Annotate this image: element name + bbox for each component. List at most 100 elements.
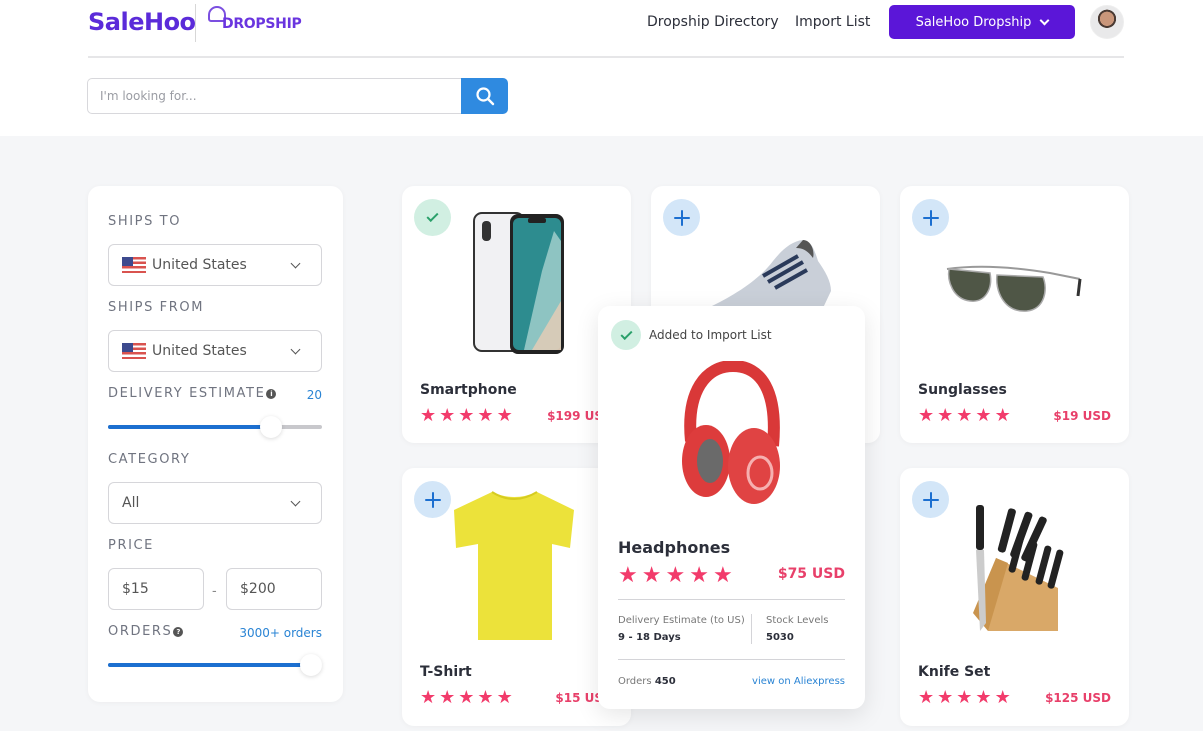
view-on-aliexpress-link[interactable]: view on Aliexpress bbox=[752, 676, 845, 687]
delivery-estimate-value: 9 - 18 Days bbox=[618, 632, 681, 643]
slider-fill bbox=[108, 663, 312, 667]
ships-from-select[interactable]: United States bbox=[108, 330, 322, 372]
delivery-estimate-label: DELIVERY ESTIMATE i bbox=[108, 386, 277, 401]
add-to-import-button[interactable] bbox=[912, 481, 949, 518]
slider-thumb[interactable] bbox=[259, 416, 282, 438]
smartphone-image bbox=[473, 212, 564, 354]
ships-to-select[interactable]: United States bbox=[108, 244, 322, 286]
star-icon: ★ bbox=[618, 562, 638, 587]
orders-count: Orders 450 bbox=[618, 676, 676, 687]
price-max-input[interactable] bbox=[226, 568, 322, 610]
salehoo-logo[interactable]: SaleHoo bbox=[88, 8, 196, 36]
price-min-input[interactable] bbox=[108, 568, 204, 610]
star-icon: ★ bbox=[937, 687, 954, 707]
category-value: All bbox=[122, 495, 140, 511]
plus-icon bbox=[673, 209, 690, 226]
add-to-import-button[interactable] bbox=[414, 481, 451, 518]
star-icon: ★ bbox=[956, 687, 973, 707]
add-to-import-button[interactable] bbox=[663, 199, 700, 236]
add-to-import-button[interactable] bbox=[912, 199, 949, 236]
added-badge bbox=[611, 320, 641, 350]
nav-import-list[interactable]: Import List bbox=[795, 14, 870, 30]
star-icon: ★ bbox=[496, 687, 513, 707]
star-icon: ★ bbox=[665, 562, 686, 587]
star-icon: ★ bbox=[420, 405, 437, 425]
delivery-estimate-label: Delivery Estimate (to US) bbox=[618, 615, 745, 626]
product-name: Knife Set bbox=[918, 664, 991, 680]
orders-slider[interactable] bbox=[108, 654, 323, 676]
popup-product-name: Headphones bbox=[618, 538, 731, 557]
nav-dropship-directory[interactable]: Dropship Directory bbox=[647, 14, 779, 30]
chevron-down-icon bbox=[290, 344, 301, 355]
info-icon[interactable]: i bbox=[266, 388, 277, 399]
ships-from-label: SHIPS FROM bbox=[108, 300, 205, 315]
us-flag-icon bbox=[122, 343, 146, 359]
dropship-logo[interactable]: DROPSHIP bbox=[208, 6, 302, 32]
dropship-logo-text: DROPSHIP bbox=[222, 16, 302, 32]
added-status-text: Added to Import List bbox=[649, 328, 772, 342]
search-bar bbox=[87, 78, 508, 114]
delivery-estimate-value: 20 bbox=[306, 388, 322, 402]
ships-from-value: United States bbox=[152, 343, 247, 359]
product-card-knife-set[interactable]: Knife Set ★ ★ ★ ★ ★ $125 USD bbox=[900, 468, 1129, 726]
search-input[interactable] bbox=[87, 78, 461, 114]
plus-icon bbox=[922, 209, 939, 226]
rating-stars: ★ ★ ★ ★ ★ bbox=[918, 688, 1011, 706]
star-icon: ★ bbox=[420, 687, 437, 707]
salehoo-dropship-menu-button[interactable]: SaleHoo Dropship bbox=[889, 5, 1075, 39]
ships-to-value: United States bbox=[152, 257, 247, 273]
plus-icon bbox=[424, 491, 441, 508]
user-avatar[interactable] bbox=[1090, 5, 1124, 39]
star-icon: ★ bbox=[994, 687, 1011, 707]
star-icon: ★ bbox=[918, 687, 935, 707]
delivery-estimate-slider[interactable] bbox=[108, 416, 322, 438]
popup-product-price: $75 USD bbox=[777, 566, 845, 582]
star-icon: ★ bbox=[712, 562, 733, 587]
headphones-image bbox=[682, 361, 780, 504]
top-bar: SaleHoo DROPSHIP Dropship Directory Impo… bbox=[0, 0, 1203, 136]
plus-icon bbox=[922, 491, 939, 508]
product-card-sunglasses[interactable]: Sunglasses ★ ★ ★ ★ ★ $19 USD bbox=[900, 186, 1129, 443]
orders-label: Orders bbox=[618, 676, 652, 687]
star-icon: ★ bbox=[477, 405, 494, 425]
added-badge[interactable] bbox=[414, 199, 451, 236]
ships-to-label: SHIPS TO bbox=[108, 214, 182, 229]
slider-fill bbox=[108, 425, 271, 429]
orders-label: ORDERS? bbox=[108, 624, 184, 639]
product-price: $19 USD bbox=[1053, 409, 1111, 423]
sunglasses-image bbox=[946, 265, 1082, 312]
help-icon[interactable]: ? bbox=[173, 626, 184, 637]
filters-panel: SHIPS TO United States SHIPS FROM United… bbox=[88, 186, 343, 702]
us-flag-icon bbox=[122, 257, 146, 273]
orders-value: 3000+ orders bbox=[239, 626, 322, 640]
star-icon: ★ bbox=[689, 562, 709, 587]
orders-value: 450 bbox=[654, 676, 676, 687]
search-icon bbox=[475, 87, 494, 106]
rating-stars: ★ ★ ★ ★ ★ bbox=[420, 406, 513, 424]
cta-label: SaleHoo Dropship bbox=[915, 14, 1032, 30]
star-icon: ★ bbox=[956, 405, 973, 425]
product-card-smartphone[interactable]: Smartphone ★ ★ ★ ★ ★ $199 USD bbox=[402, 186, 631, 443]
star-icon: ★ bbox=[641, 562, 662, 587]
check-icon bbox=[426, 209, 439, 223]
search-button[interactable] bbox=[461, 78, 508, 114]
divider bbox=[618, 599, 845, 600]
product-name: T-Shirt bbox=[420, 664, 472, 680]
divider bbox=[618, 659, 845, 660]
product-name: Smartphone bbox=[420, 382, 517, 398]
star-icon: ★ bbox=[458, 687, 475, 707]
t-shirt-image bbox=[454, 491, 574, 640]
knife-set-image bbox=[973, 505, 1064, 631]
star-icon: ★ bbox=[994, 405, 1011, 425]
header-divider bbox=[88, 56, 1124, 58]
check-icon bbox=[619, 327, 633, 340]
category-select[interactable]: All bbox=[108, 482, 322, 524]
product-card-t-shirt[interactable]: T-Shirt ★ ★ ★ ★ ★ $15 USD bbox=[402, 468, 631, 726]
star-icon: ★ bbox=[439, 405, 456, 425]
star-icon: ★ bbox=[477, 687, 494, 707]
star-icon: ★ bbox=[975, 687, 992, 707]
chevron-down-icon bbox=[290, 258, 301, 269]
slider-thumb[interactable] bbox=[300, 654, 323, 676]
rating-stars: ★ ★ ★ ★ ★ bbox=[420, 688, 513, 706]
price-separator: - bbox=[212, 582, 217, 598]
